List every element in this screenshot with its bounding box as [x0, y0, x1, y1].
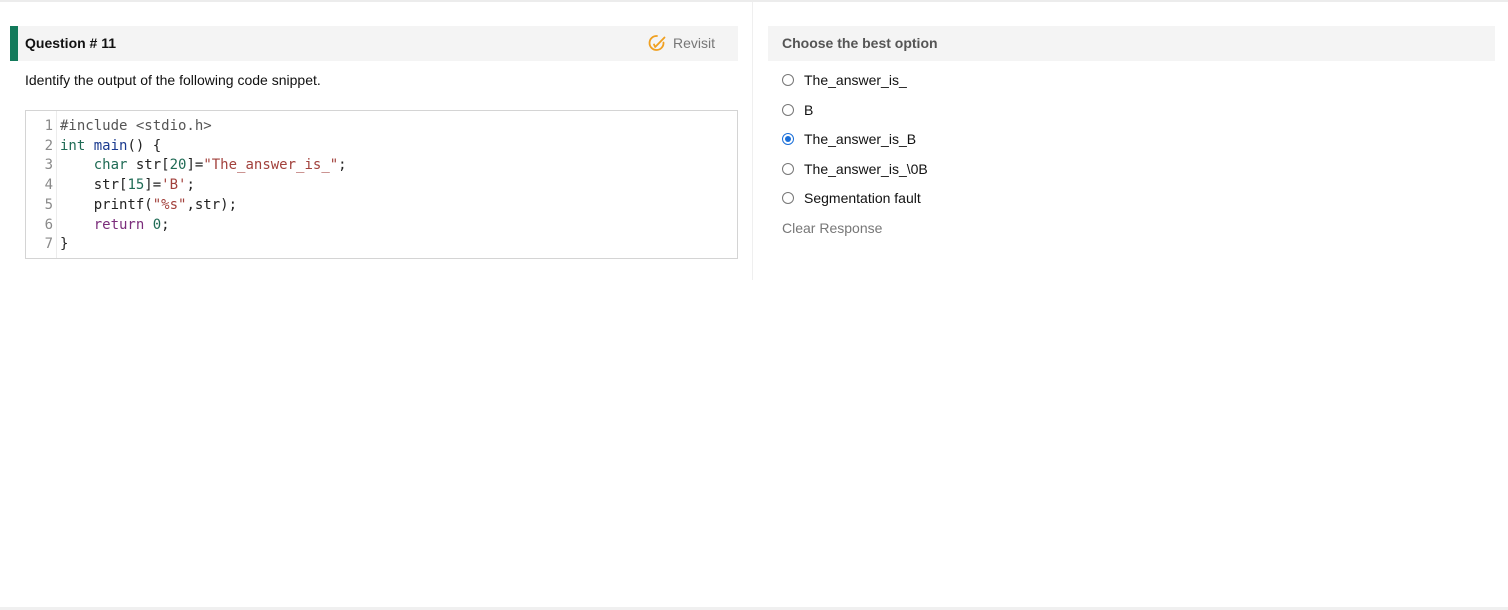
- code-line: 2 int main() {: [26, 136, 162, 156]
- code-token: ]=: [144, 177, 162, 194]
- code-text: int main() {: [60, 136, 161, 156]
- code-token: }: [60, 236, 69, 253]
- code-token: "%s": [152, 196, 187, 213]
- code-token: return: [93, 216, 145, 233]
- code-line: 6 return 0;: [26, 215, 170, 235]
- code-token: 0: [152, 216, 162, 233]
- code-token: main: [93, 137, 128, 154]
- code-token: int: [60, 137, 86, 154]
- code-text: char str[20]="The_answer_is_";: [60, 155, 347, 175]
- code-token: 15: [127, 177, 145, 194]
- option-1[interactable]: The_answer_is_: [782, 70, 907, 90]
- pane-divider: [752, 2, 753, 280]
- code-token: str[: [60, 177, 128, 194]
- revisit-button[interactable]: Revisit: [647, 32, 715, 54]
- code-token: printf(: [60, 196, 153, 213]
- line-number: 6: [44, 216, 53, 233]
- option-4-label: The_answer_is_\0B: [804, 161, 928, 177]
- line-number: 4: [44, 177, 53, 194]
- code-text: return 0;: [60, 215, 170, 235]
- code-line: 7}: [26, 234, 69, 254]
- line-number: 2: [44, 137, 53, 154]
- code-text: printf("%s",str);: [60, 195, 237, 215]
- edit-circle-icon: [647, 33, 667, 53]
- code-line: 3 char str[20]="The_answer_is_";: [26, 155, 347, 175]
- code-gutter-divider: [56, 111, 57, 258]
- code-token: 20: [169, 157, 187, 174]
- line-number: 3: [44, 157, 53, 174]
- option-5-label: Segmentation fault: [804, 190, 921, 206]
- option-5-radio[interactable]: [782, 192, 794, 204]
- question-prompt: Identify the output of the following cod…: [25, 72, 321, 88]
- code-token: #include <stdio.h>: [60, 118, 212, 134]
- option-3-label: The_answer_is_B: [804, 131, 917, 147]
- code-snippet: 1 #include <stdio.h> 2 int main() {3 char s…: [25, 110, 738, 259]
- option-5[interactable]: Segmentation fault: [782, 188, 921, 208]
- code-token: ;: [338, 157, 347, 174]
- question-title: Question # 11: [25, 35, 117, 51]
- option-3-radio[interactable]: [782, 133, 794, 145]
- option-2-radio[interactable]: [782, 104, 794, 116]
- option-4-radio[interactable]: [782, 163, 794, 175]
- option-1-radio[interactable]: [782, 74, 794, 86]
- line-number: 7: [44, 236, 53, 253]
- code-token: () {: [127, 137, 162, 154]
- code-text: str[15]='B';: [60, 175, 195, 195]
- options-title: Choose the best option: [782, 35, 938, 51]
- code-token: str[: [127, 157, 170, 174]
- option-2[interactable]: B: [782, 100, 813, 120]
- options-header: Choose the best option: [768, 26, 1495, 61]
- code-token: ;: [186, 177, 195, 194]
- code-token: ]=: [186, 157, 204, 174]
- top-border: [0, 0, 1508, 2]
- code-line: 5 printf("%s",str);: [26, 195, 237, 215]
- question-header: Question # 11 Revisit: [10, 26, 738, 61]
- clear-response-button[interactable]: Clear Response: [782, 220, 882, 236]
- option-3[interactable]: The_answer_is_B: [782, 129, 916, 149]
- code-text: #include <stdio.h>: [60, 116, 212, 136]
- code-token: 'B': [161, 177, 187, 194]
- code-token: ,str);: [186, 196, 238, 213]
- code-line: 4 str[15]='B';: [26, 175, 195, 195]
- code-token: char: [93, 157, 128, 174]
- code-text: }: [60, 234, 68, 254]
- option-1-label: The_answer_is_: [804, 72, 907, 88]
- option-4[interactable]: The_answer_is_\0B: [782, 159, 928, 179]
- line-number: 1: [44, 118, 53, 134]
- option-2-label: B: [804, 102, 814, 118]
- code-token: "The_answer_is_": [203, 157, 339, 174]
- code-line: 1 #include <stdio.h>: [26, 116, 212, 136]
- code-token: ;: [161, 216, 170, 233]
- line-number: 5: [44, 196, 53, 213]
- revisit-label: Revisit: [672, 35, 715, 51]
